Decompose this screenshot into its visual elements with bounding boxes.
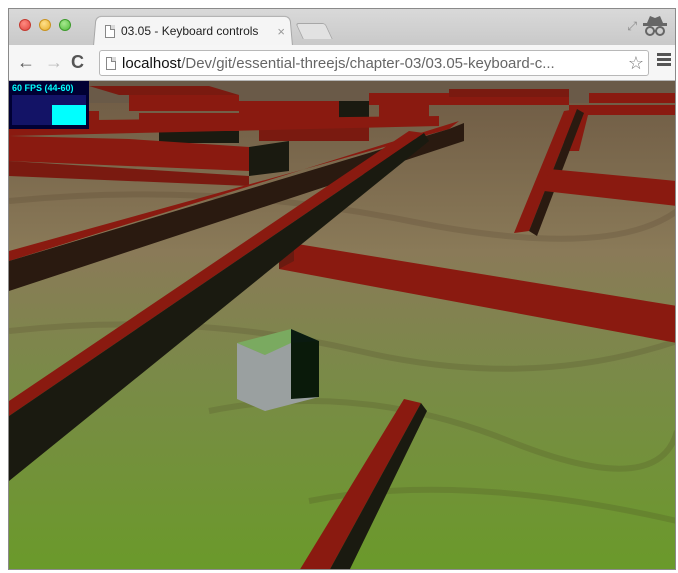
tab-strip: 03.05 - Keyboard controls × ⤢ — [9, 9, 675, 46]
tab-close-icon[interactable]: × — [277, 24, 285, 39]
webgl-canvas[interactable]: 60 FPS (44-60) — [9, 81, 675, 569]
toolbar: ← → C localhost/Dev/git/essential-threej… — [9, 45, 675, 81]
tab-title[interactable]: 03.05 - Keyboard controls — [121, 24, 269, 38]
page-icon — [106, 56, 116, 70]
new-tab-button[interactable] — [295, 23, 333, 39]
url-host: localhost — [122, 54, 182, 72]
fps-label: 60 FPS (44-60) — [12, 83, 74, 93]
reload-button[interactable]: C — [71, 52, 84, 72]
scene-render — [9, 81, 675, 569]
incognito-icon — [643, 16, 667, 36]
bookmark-star-icon[interactable]: ☆ — [628, 53, 644, 74]
tab-content: 03.05 - Keyboard controls × — [105, 22, 285, 40]
close-window-button[interactable] — [19, 19, 31, 31]
maximize-window-button[interactable] — [59, 19, 71, 31]
fps-graph — [12, 95, 86, 125]
forward-button[interactable]: → — [45, 52, 63, 72]
back-button[interactable]: ← — [17, 52, 35, 72]
fps-graph-bar — [52, 105, 86, 125]
menu-icon[interactable] — [657, 53, 671, 67]
address-bar[interactable]: localhost/Dev/git/essential-threejs/chap… — [99, 50, 649, 76]
browser-window: 03.05 - Keyboard controls × ⤢ ← → C loca… — [8, 8, 676, 570]
player-cube — [237, 329, 319, 411]
url-text[interactable]: localhost/Dev/git/essential-threejs/chap… — [122, 55, 624, 72]
fps-stats-panel[interactable]: 60 FPS (44-60) — [9, 81, 89, 129]
url-path: /Dev/git/essential-threejs/chapter-03/03… — [181, 54, 555, 72]
fullscreen-icon[interactable]: ⤢ — [627, 19, 637, 34]
minimize-window-button[interactable] — [39, 19, 51, 31]
page-icon — [105, 24, 115, 38]
